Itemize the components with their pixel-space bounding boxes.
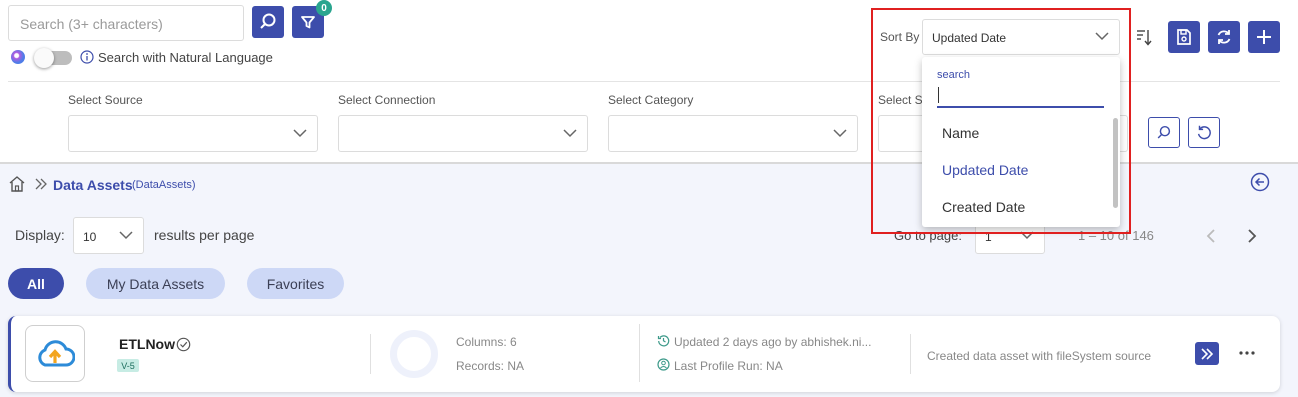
breadcrumb-separator-icon	[35, 178, 47, 190]
asset-description: Created data asset with fileSystem sourc…	[927, 349, 1152, 363]
add-button[interactable]	[1248, 21, 1280, 53]
search-input[interactable]: Search (3+ characters)	[20, 16, 163, 32]
results-per-page-label: results per page	[154, 227, 255, 243]
info-icon	[80, 50, 94, 64]
asset-icon-box	[25, 325, 85, 382]
profile-run-icon	[657, 358, 670, 371]
refresh-icon	[1217, 30, 1231, 44]
chevron-down-icon	[293, 128, 307, 137]
ai-orb-icon	[11, 50, 25, 64]
version-badge: V-5	[117, 359, 139, 372]
card-divider	[370, 334, 371, 374]
tab-all-label: All	[27, 275, 45, 292]
verified-icon	[176, 337, 191, 352]
reset-filters-button[interactable]	[1188, 117, 1220, 148]
history-icon	[657, 335, 670, 347]
search-icon	[1157, 125, 1171, 138]
filter-icon	[301, 16, 315, 29]
double-chevron-right-icon	[1201, 347, 1214, 360]
toggle-knob	[34, 48, 54, 68]
prev-page-icon[interactable]	[1204, 228, 1218, 244]
natural-language-label: Search with Natural Language	[98, 50, 273, 65]
sort-order-icon[interactable]	[1135, 27, 1153, 47]
natural-language-toggle[interactable]	[34, 48, 72, 68]
apply-filters-button[interactable]	[1148, 117, 1180, 148]
highlight-box	[871, 8, 1131, 234]
refresh-button[interactable]	[1208, 21, 1240, 53]
filter-label-connection: Select Connection	[338, 93, 436, 107]
filter-label-category: Select Category	[608, 93, 694, 107]
asset-name[interactable]: ETLNow	[119, 336, 175, 352]
columns-count: Columns: 6	[456, 335, 517, 349]
per-page-select[interactable]: 10	[73, 217, 144, 254]
filter-label-source: Select Source	[68, 93, 143, 107]
breadcrumb-subtitle: (DataAssets)	[132, 179, 196, 191]
card-divider	[910, 334, 911, 374]
search-button[interactable]	[252, 6, 284, 38]
next-page-icon[interactable]	[1245, 228, 1259, 244]
tab-all[interactable]: All	[8, 268, 64, 299]
version-label: V-5	[121, 360, 135, 371]
last-profile-run: Last Profile Run: NA	[674, 359, 783, 373]
chevron-down-icon	[563, 128, 577, 137]
save-view-button[interactable]	[1168, 21, 1200, 53]
filter-count-badge: 0	[316, 0, 332, 16]
more-options-icon[interactable]	[1238, 350, 1256, 356]
search-icon	[260, 13, 276, 29]
reset-icon	[1197, 125, 1211, 139]
open-asset-button[interactable]	[1195, 342, 1219, 365]
breadcrumb-title[interactable]: Data Assets	[53, 177, 133, 193]
chevron-down-icon	[833, 128, 847, 137]
plus-icon	[1257, 30, 1271, 44]
select-connection[interactable]	[338, 115, 588, 152]
tab-favorites[interactable]: Favorites	[247, 268, 344, 299]
back-arrow-icon[interactable]	[1250, 172, 1270, 192]
save-icon	[1177, 29, 1191, 45]
records-count: Records: NA	[456, 359, 525, 373]
search-input-container[interactable]: Search (3+ characters)	[8, 5, 244, 41]
filter-count: 0	[321, 2, 327, 14]
chevron-down-icon	[119, 230, 133, 239]
select-category[interactable]	[608, 115, 858, 152]
tab-my-data-assets[interactable]: My Data Assets	[86, 268, 225, 299]
display-label: Display:	[15, 227, 65, 243]
card-divider	[639, 324, 640, 382]
home-icon[interactable]	[8, 175, 26, 193]
per-page-value: 10	[83, 230, 97, 244]
tab-my-data-assets-label: My Data Assets	[106, 275, 205, 292]
profile-ring	[390, 330, 438, 378]
select-source[interactable]	[68, 115, 318, 152]
tab-favorites-label: Favorites	[266, 275, 325, 292]
updated-info: Updated 2 days ago by abhishek.ni...	[674, 335, 872, 349]
cloud-upload-icon	[38, 339, 75, 366]
